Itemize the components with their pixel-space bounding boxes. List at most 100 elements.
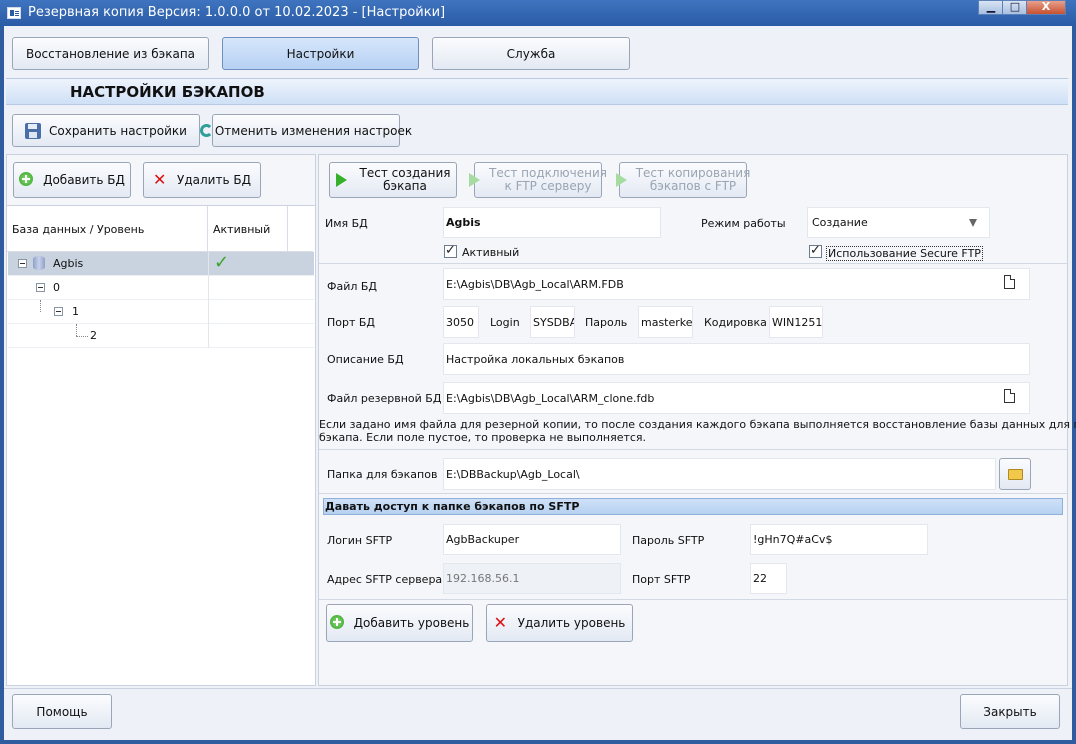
file-browse-icon[interactable] [1004, 389, 1015, 403]
delete-icon: ✕ [493, 613, 508, 632]
delete-icon: ✕ [153, 170, 167, 189]
sftp-port-field[interactable]: 22 [750, 563, 787, 594]
tree-row-level-0[interactable]: 0 [8, 276, 314, 300]
db-file-value: E:\Agbis\DB\Agb_Local\ARM.FDB [446, 277, 624, 291]
backup-folder-field[interactable]: E:\DBBackup\Agb_Local\ [443, 458, 996, 490]
login-field[interactable]: SYSDBA [530, 306, 575, 338]
sftp-login-field[interactable]: AgbBackuper [443, 524, 621, 555]
secure-ftp-label: Использование Secure FTP [826, 246, 983, 261]
database-icon [33, 256, 45, 270]
db-file-field[interactable]: E:\Agbis\DB\Agb_Local\ARM.FDB [443, 268, 1030, 300]
secure-ftp-checkbox[interactable] [809, 243, 822, 258]
add-icon [19, 172, 35, 188]
close-window-button[interactable]: X [1026, 0, 1066, 15]
add-icon [329, 615, 346, 631]
hint-line-2: бэкапа. Если поле пустое, то проверка не… [319, 431, 647, 444]
sftp-address-label: Адрес SFTP сервера [327, 573, 443, 586]
section-title: НАСТРОЙКИ БЭКАПОВ [70, 83, 265, 101]
mode-label: Режим работы [701, 217, 786, 230]
port-field[interactable]: 3050 [443, 306, 479, 338]
file-browse-icon[interactable] [1004, 275, 1015, 289]
test-ftp-connect-label: Тест подключения к FTP серверу [489, 166, 607, 193]
description-label: Описание БД [327, 353, 404, 366]
play-icon [469, 172, 485, 188]
tree-row-label: Agbis [53, 257, 84, 270]
cancel-changes-label: Отменить изменения настроек [214, 123, 413, 138]
remove-db-label: Удалить БД [177, 173, 251, 187]
sftp-password-field[interactable]: !gHn7Q#aCv$ [750, 524, 928, 555]
tab-service-label: Служба [506, 46, 556, 61]
mode-select-value: Создание [812, 216, 868, 229]
db-name-label: Имя БД [325, 217, 368, 230]
add-level-button[interactable]: Добавить уровень [326, 604, 473, 642]
backup-file-label: Файл резервной БД [327, 392, 442, 405]
tree-row-level-2[interactable]: 2 [8, 324, 314, 348]
description-field[interactable]: Настройка локальных бэкапов [443, 343, 1030, 375]
save-settings-button[interactable]: Сохранить настройки [12, 114, 200, 147]
tree-row-label: 1 [72, 305, 79, 318]
test-ftp-connect-button[interactable]: Тест подключения к FTP серверу [469, 162, 607, 198]
tab-settings[interactable]: Настройки [222, 37, 419, 70]
tab-restore[interactable]: Восстановление из бэкапа [12, 37, 209, 70]
refresh-icon [199, 124, 213, 137]
save-settings-label: Сохранить настройки [49, 123, 187, 138]
tree-header: База данных / Уровень Активный [7, 206, 313, 252]
sftp-login-label: Логин SFTP [327, 534, 393, 547]
add-level-label: Добавить уровень [353, 616, 470, 630]
window-title: Резервная копия Версия: 1.0.0.0 от 10.02… [28, 5, 446, 20]
tree-header-active: Активный [213, 223, 271, 236]
collapse-icon[interactable] [54, 307, 63, 316]
app-icon [7, 7, 21, 19]
port-label: Порт БД [327, 316, 376, 329]
add-db-button[interactable]: Добавить БД [13, 162, 131, 198]
client-area: Восстановление из бэкапа Настройки Служб… [4, 26, 1076, 740]
active-checkbox[interactable] [444, 243, 457, 258]
close-label: Закрыть [983, 704, 1037, 719]
section-header: НАСТРОЙКИ БЭКАПОВ [6, 78, 1068, 105]
sftp-port-label: Порт SFTP [632, 573, 691, 586]
test-create-backup-button[interactable]: Тест создания бэкапа [329, 162, 457, 198]
left-panel: Добавить БД ✕ Удалить БД База данных / У… [6, 154, 316, 686]
mode-select[interactable]: Создание [807, 207, 990, 238]
tree-header-db: База данных / Уровень [12, 223, 145, 236]
right-panel: Тест создания бэкапа Тест подключения к … [318, 154, 1076, 686]
backup-file-field[interactable]: E:\Agbis\DB\Agb_Local\ARM_clone.fdb [443, 382, 1030, 414]
cancel-changes-button[interactable]: Отменить изменения настроек [199, 114, 412, 147]
test-copy-ftp-label: Тест копирования бэкапов с FTP [635, 166, 751, 193]
remove-level-button[interactable]: ✕ Удалить уровень [486, 604, 633, 642]
sftp-address-field: 192.168.56.1 [443, 563, 621, 594]
hint-line-1: Если задано имя файла для резерной копии… [319, 418, 1076, 431]
test-copy-ftp-button[interactable]: Тест копирования бэкапов с FTP [615, 162, 750, 198]
backup-file-value: E:\Agbis\DB\Agb_Local\ARM_clone.fdb [446, 391, 655, 405]
sftp-section-header: Давать доступ к папке бэкапов по SFTP [323, 498, 1063, 515]
floppy-icon [25, 122, 42, 139]
db-name-field[interactable]: Agbis [443, 207, 661, 238]
encoding-label: Кодировка [704, 316, 767, 329]
db-tree: База данных / Уровень Активный Agbis ✓ 0 [7, 205, 315, 685]
tab-restore-label: Восстановление из бэкапа [25, 46, 196, 61]
chevron-down-icon [969, 219, 977, 227]
remove-level-label: Удалить уровень [517, 616, 626, 630]
tab-service[interactable]: Служба [432, 37, 630, 70]
minimize-button[interactable]: ▁ [978, 0, 1004, 15]
collapse-icon[interactable] [36, 283, 45, 292]
help-label: Помощь [36, 704, 88, 719]
add-db-label: Добавить БД [43, 173, 125, 187]
password-field[interactable]: masterkey [638, 306, 693, 338]
collapse-icon[interactable] [18, 259, 27, 268]
tree-row-level-1[interactable]: 1 [8, 300, 314, 324]
tree-row-agbis[interactable]: Agbis ✓ [8, 252, 314, 276]
title-bar: Резервная копия Версия: 1.0.0.0 от 10.02… [0, 0, 1076, 26]
backup-folder-label: Папка для бэкапов [327, 468, 438, 481]
remove-db-button[interactable]: ✕ Удалить БД [143, 162, 261, 198]
help-button[interactable]: Помощь [12, 694, 112, 729]
play-icon [615, 172, 632, 188]
password-label: Пароль [585, 316, 628, 329]
browse-folder-button[interactable] [999, 458, 1031, 490]
play-icon [335, 172, 352, 188]
maximize-button[interactable]: □ [1002, 0, 1028, 15]
tab-settings-label: Настройки [286, 46, 355, 61]
close-button[interactable]: Закрыть [960, 694, 1060, 729]
active-check-icon: ✓ [214, 252, 230, 273]
encoding-field[interactable]: WIN1251 [769, 306, 823, 338]
